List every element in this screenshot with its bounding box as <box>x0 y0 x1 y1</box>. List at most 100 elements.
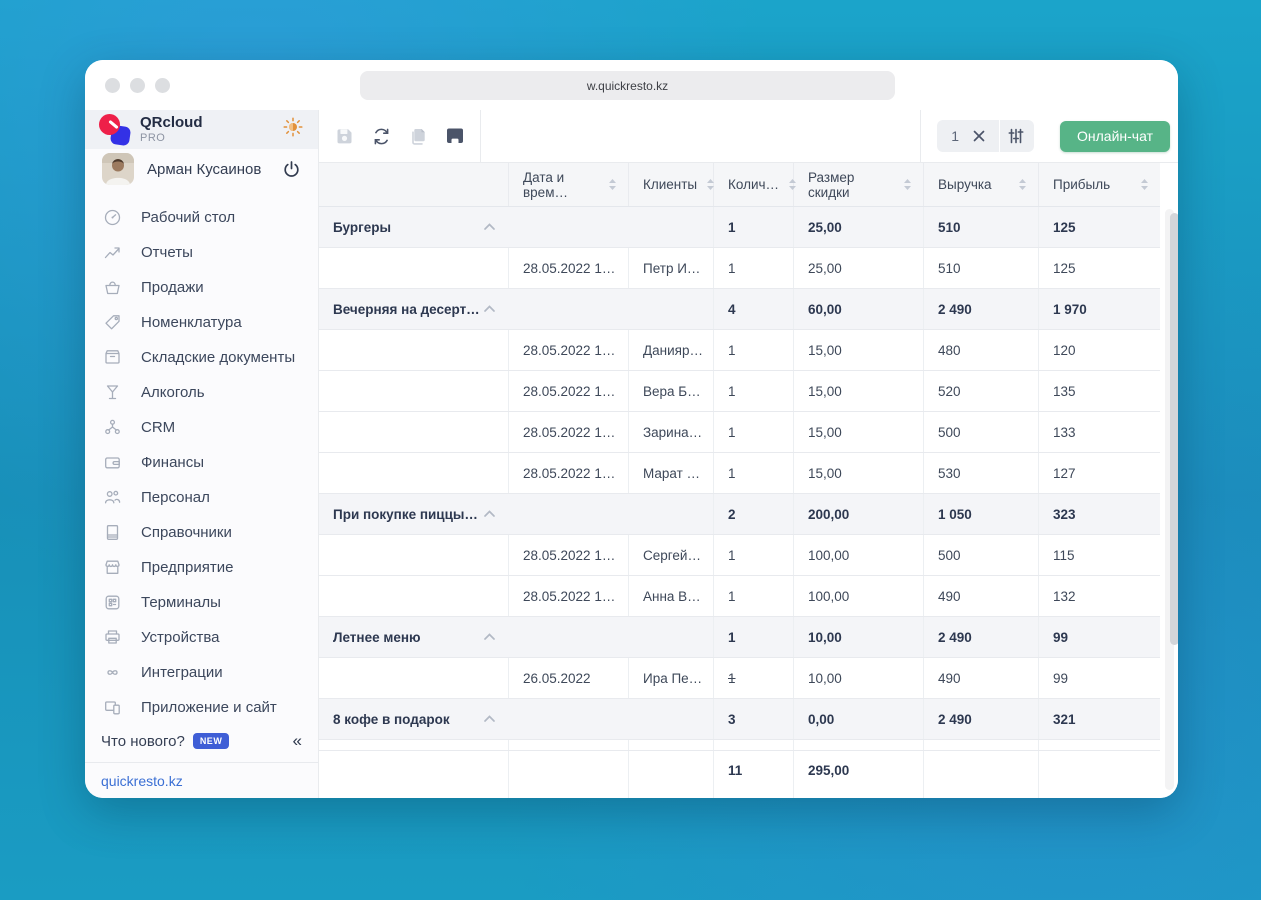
cell-group-spacer <box>319 330 509 370</box>
column-header-5[interactable]: Выручка <box>924 163 1039 206</box>
scrollbar-track[interactable] <box>1165 209 1178 790</box>
column-header-4[interactable]: Размер скидки <box>794 163 924 206</box>
cell-group-spacer <box>319 658 509 698</box>
online-chat-button[interactable]: Онлайн-чат <box>1060 120 1170 152</box>
logout-power-icon[interactable] <box>282 160 301 179</box>
site-link-row: quickresto.kz <box>85 762 318 798</box>
data-row[interactable]: 28.05.2022 1… Петр И… 1 25,00 510 125 <box>319 248 1160 289</box>
sort-icon[interactable] <box>607 178 618 191</box>
group-row[interactable]: Летнее меню 1 10,00 2 490 99 <box>319 617 1160 658</box>
collapse-sidebar-icon[interactable]: « <box>293 731 302 751</box>
group-name: Вечерняя на десерт… <box>319 289 714 329</box>
sidebar-item-алкоголь[interactable]: Алкоголь <box>85 375 318 410</box>
sidebar-item-label: Терминалы <box>141 594 221 611</box>
cell-profit: 115 <box>1053 547 1075 563</box>
sidebar-item-персонал[interactable]: Персонал <box>85 480 318 515</box>
cell-quantity: 1 <box>714 371 794 411</box>
monitor-icon[interactable] <box>440 121 470 151</box>
sidebar-item-финансы[interactable]: Финансы <box>85 445 318 480</box>
save-icon[interactable] <box>329 121 359 151</box>
sidebar-item-label: Складские документы <box>141 349 296 366</box>
window-maximize-button[interactable] <box>155 78 170 93</box>
collapse-group-icon[interactable] <box>483 305 496 314</box>
sidebar-item-предприятие[interactable]: Предприятие <box>85 550 318 585</box>
whats-new-label: Что нового? <box>101 732 185 750</box>
sidebar: QRcloud PRO Арман Кусаинов Рабочий стол … <box>85 110 318 798</box>
group-name: 8 кофе в подарок <box>319 699 714 739</box>
cell-client <box>629 751 714 798</box>
cell-profit: 125 <box>1053 260 1076 276</box>
sidebar-item-crm[interactable]: CRM <box>85 410 318 445</box>
sort-icon[interactable] <box>1139 178 1150 191</box>
data-row[interactable]: 26.05.2022 Ира Пе… 1 10,00 490 99 <box>319 658 1160 699</box>
data-row[interactable]: 28.05.2022 1… Анна В… 1 100,00 490 132 <box>319 576 1160 617</box>
sidebar-item-рабочий-стол[interactable]: Рабочий стол <box>85 200 318 235</box>
clear-filter-icon[interactable] <box>965 122 993 150</box>
window-close-button[interactable] <box>105 78 120 93</box>
window-minimize-button[interactable] <box>130 78 145 93</box>
scrollbar-thumb[interactable] <box>1170 213 1178 645</box>
filter-count: 1 <box>951 128 960 144</box>
sidebar-item-label: Алкоголь <box>141 384 205 401</box>
collapse-group-icon[interactable] <box>483 510 496 519</box>
data-row[interactable]: 28.05.2022 1… Данияр… 1 15,00 480 120 <box>319 330 1160 371</box>
cell-client: Ира Пе… <box>629 658 714 698</box>
data-row[interactable]: 28.05.2022 1… Зарина… 1 15,00 500 133 <box>319 412 1160 453</box>
url-text: w.quickresto.kz <box>586 78 669 93</box>
cell-total-discount: 295,00 <box>794 751 924 798</box>
column-label: Прибыль <box>1053 177 1111 192</box>
sidebar-item-label: Устройства <box>141 629 220 646</box>
sidebar-item-label: Предприятие <box>141 559 234 576</box>
collapse-group-icon[interactable] <box>483 633 496 642</box>
cell-revenue: 520 <box>924 371 1039 411</box>
whats-new[interactable]: Что нового? NEW « <box>85 725 318 757</box>
toolbar-divider-2 <box>920 109 922 163</box>
collapse-group-icon[interactable] <box>483 715 496 724</box>
copy-icon[interactable] <box>403 121 433 151</box>
cell-date: 28.05.2022 1… <box>509 371 629 411</box>
cell-discount: 25,00 <box>794 207 924 247</box>
sidebar-item-справочники[interactable]: Справочники <box>85 515 318 550</box>
site-link[interactable]: quickresto.kz <box>101 773 183 789</box>
column-header-2[interactable]: Клиенты <box>629 163 715 206</box>
main-content: 1 Онлайн-чат Дата и врем… Клиенты Колич…… <box>318 109 1178 798</box>
cell-total-profit <box>1039 751 1160 798</box>
active-filter-chip[interactable]: 1 <box>937 120 1035 152</box>
filter-settings-icon[interactable] <box>1002 122 1030 150</box>
cell-discount: 15,00 <box>794 453 924 493</box>
data-row[interactable]: 28.05.2022 1… Марат … 1 15,00 530 127 <box>319 453 1160 494</box>
sidebar-item-отчеты[interactable]: Отчеты <box>85 235 318 270</box>
data-row[interactable]: 28.05.2022 1… Сергей… 1 100,00 500 115 <box>319 535 1160 576</box>
group-row[interactable]: При покупке пиццы… 2 200,00 1 050 323 <box>319 494 1160 535</box>
sidebar-item-номенклатура[interactable]: Номенклатура <box>85 305 318 340</box>
sidebar-item-терминалы[interactable]: Терминалы <box>85 585 318 620</box>
column-header-1[interactable]: Дата и врем… <box>509 163 629 206</box>
partially-visible-row[interactable] <box>319 740 1160 751</box>
theme-sun-icon[interactable] <box>282 116 304 143</box>
sort-icon[interactable] <box>902 178 913 191</box>
sidebar-item-label: Отчеты <box>141 244 193 261</box>
column-header-3[interactable]: Колич… <box>714 163 797 206</box>
sidebar-item-устройства[interactable]: Устройства <box>85 620 318 655</box>
enterprise-icon <box>103 558 122 577</box>
finance-icon <box>103 453 122 472</box>
sidebar-item-складские-документы[interactable]: Складские документы <box>85 340 318 375</box>
refresh-icon[interactable] <box>366 121 396 151</box>
data-row[interactable]: 28.05.2022 1… Вера Б… 1 15,00 520 135 <box>319 371 1160 412</box>
column-header-6[interactable]: Прибыль <box>1039 163 1160 206</box>
address-bar[interactable]: w.quickresto.kz <box>360 71 895 100</box>
group-row[interactable]: Бургеры 1 25,00 510 125 <box>319 207 1160 248</box>
user-profile[interactable]: Арман Кусаинов <box>85 149 318 190</box>
group-row[interactable]: Вечерняя на десерт… 4 60,00 2 490 1 970 <box>319 289 1160 330</box>
sidebar-item-продажи[interactable]: Продажи <box>85 270 318 305</box>
sidebar-item-label: Продажи <box>141 279 204 296</box>
sidebar-item-приложение-и-сайт[interactable]: Приложение и сайт <box>85 690 318 725</box>
cell-group-spacer <box>319 412 509 452</box>
sort-icon[interactable] <box>1017 178 1028 191</box>
group-row[interactable]: 8 кофе в подарок 3 0,00 2 490 321 <box>319 699 1160 740</box>
collapse-group-icon[interactable] <box>483 223 496 232</box>
cell-discount: 200,00 <box>794 494 924 534</box>
sidebar-item-интеграции[interactable]: Интеграции <box>85 655 318 690</box>
cell-revenue: 530 <box>924 453 1039 493</box>
brand-name: QRcloud <box>140 114 203 132</box>
